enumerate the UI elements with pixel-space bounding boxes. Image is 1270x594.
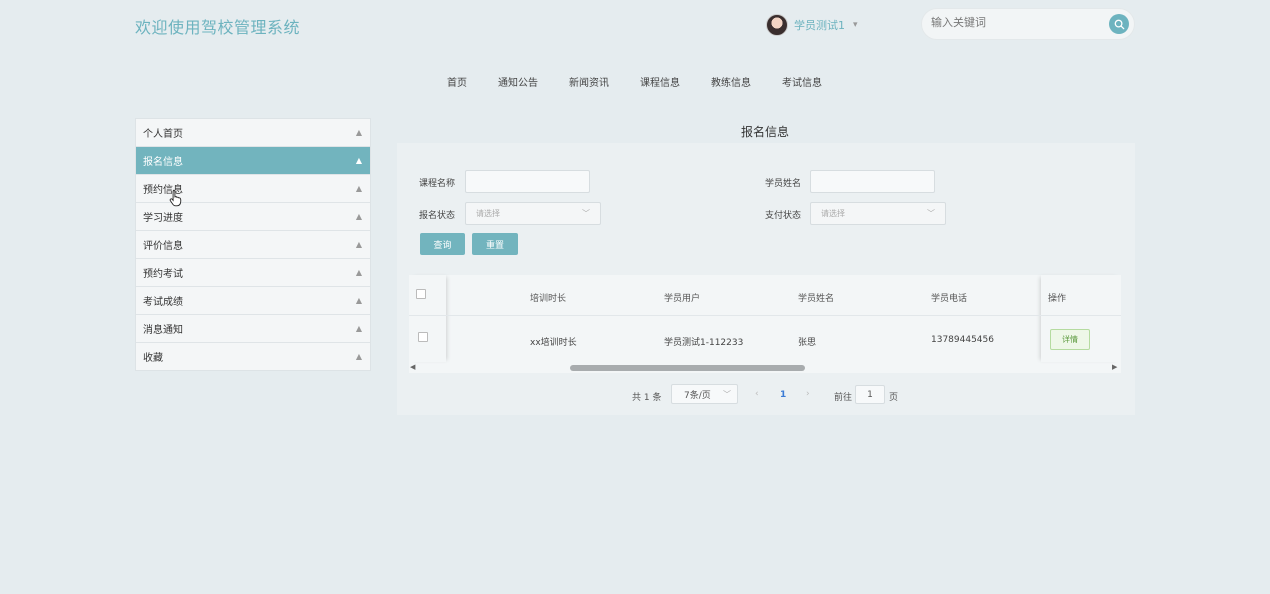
pay-status-label: 支付状态	[765, 211, 802, 221]
student-name-label: 学员姓名	[765, 179, 802, 189]
prev-page-icon[interactable]: ‹	[755, 389, 759, 399]
pay-status-placeholder: 请选择	[821, 209, 845, 218]
sidebar-item-reviews[interactable]: 评价信息 ▲	[136, 231, 370, 259]
table-cell-user: 学员测试1-112233	[664, 338, 744, 348]
search-icon	[1114, 19, 1124, 29]
nav-home[interactable]: 首页	[447, 74, 467, 89]
table-cell-name: 张思	[798, 338, 817, 348]
nav-notices[interactable]: 通知公告	[498, 74, 538, 89]
row-checkbox[interactable]	[418, 332, 428, 342]
sidebar-item-label: 消息通知	[143, 325, 183, 336]
site-title: 欢迎使用驾校管理系统	[135, 18, 301, 37]
scroll-right-icon[interactable]: ▶	[1112, 363, 1117, 371]
home-icon: ▲	[355, 352, 362, 361]
chevron-down-icon: ▾	[853, 20, 858, 30]
home-icon: ▲	[355, 212, 362, 221]
chevron-down-icon: ﹀	[582, 209, 590, 218]
search-button[interactable]	[1109, 14, 1129, 34]
home-icon: ▲	[355, 240, 362, 249]
username: 学员测试1	[794, 19, 845, 32]
sidebar-item-profile-home[interactable]: 个人首页 ▲	[136, 119, 370, 147]
sidebar-item-label: 评价信息	[143, 241, 183, 252]
home-icon: ▲	[355, 184, 362, 193]
avatar	[766, 14, 788, 36]
signup-status-select[interactable]: 请选择 ﹀	[465, 202, 601, 225]
pagination-total: 共 1 条	[632, 393, 662, 403]
column-header: 学员姓名	[798, 294, 835, 304]
nav-exams[interactable]: 考试信息	[782, 74, 822, 89]
column-header: 学员用户	[664, 294, 701, 304]
table-header-divider	[409, 315, 1121, 316]
scroll-left-icon[interactable]: ◀	[410, 363, 415, 371]
goto-label: 前往	[834, 393, 853, 403]
sidebar-item-favorites[interactable]: 收藏 ▲	[136, 343, 370, 370]
chevron-down-icon: ﹀	[927, 209, 935, 218]
course-name-label: 课程名称	[419, 179, 456, 189]
sidebar-item-label: 报名信息	[143, 157, 183, 168]
query-button[interactable]: 查询	[420, 233, 465, 255]
horizontal-scrollbar[interactable]	[570, 365, 805, 371]
column-header: 培训时长	[530, 294, 567, 304]
column-header: 学员电话	[931, 294, 968, 304]
pay-status-select[interactable]: 请选择 ﹀	[810, 202, 946, 225]
signup-status-placeholder: 请选择	[476, 209, 500, 218]
user-menu[interactable]: 学员测试1 ▾	[766, 14, 858, 36]
sidebar: 个人首页 ▲ 报名信息 ▲ 预约信息 ▲ 学习进度 ▲ 评价信息 ▲ 预约考试 ▲ 考试成绩…	[135, 118, 371, 371]
nav-courses[interactable]: 课程信息	[640, 74, 680, 89]
page-number-current[interactable]: 1	[780, 390, 786, 400]
search-box	[921, 8, 1135, 40]
detail-button[interactable]: 详情	[1050, 329, 1090, 350]
chevron-down-icon: ﹀	[723, 389, 731, 399]
home-icon: ▲	[355, 296, 362, 305]
search-input[interactable]	[931, 16, 1091, 29]
fixed-left-column	[409, 275, 446, 362]
home-icon: ▲	[355, 324, 362, 333]
sidebar-item-label: 考试成绩	[143, 297, 183, 308]
hand-cursor-icon	[169, 189, 182, 207]
sidebar-item-label: 预约考试	[143, 269, 183, 280]
data-table	[409, 275, 1121, 373]
table-cell-duration: xx培训时长	[530, 338, 577, 348]
sidebar-item-signup-info[interactable]: 报名信息 ▲	[136, 147, 370, 175]
page-title: 报名信息	[741, 125, 790, 139]
nav-coaches[interactable]: 教练信息	[711, 74, 751, 89]
sidebar-item-messages[interactable]: 消息通知 ▲	[136, 315, 370, 343]
next-page-icon[interactable]: ›	[806, 389, 810, 399]
home-icon: ▲	[355, 128, 362, 137]
student-name-input[interactable]	[810, 170, 935, 193]
table-cell-phone: 13789445456	[931, 335, 994, 345]
home-icon: ▲	[355, 156, 362, 165]
page-size-select[interactable]: 7条/页 ﹀	[671, 384, 738, 404]
page-suffix: 页	[889, 393, 899, 403]
sidebar-item-label: 学习进度	[143, 213, 183, 224]
select-all-checkbox[interactable]	[416, 289, 426, 299]
sidebar-item-book-exam[interactable]: 预约考试 ▲	[136, 259, 370, 287]
reset-button[interactable]: 重置	[472, 233, 518, 255]
nav-news[interactable]: 新闻资讯	[569, 74, 609, 89]
goto-page-input[interactable]: 1	[855, 385, 885, 404]
page-size-value: 7条/页	[684, 390, 711, 401]
course-name-input[interactable]	[465, 170, 590, 193]
sidebar-item-study-progress[interactable]: 学习进度 ▲	[136, 203, 370, 231]
signup-status-label: 报名状态	[419, 211, 456, 221]
sidebar-item-label: 个人首页	[143, 129, 183, 140]
column-header: 操作	[1048, 294, 1067, 304]
top-nav: 首页 通知公告 新闻资讯 课程信息 教练信息 考试信息	[447, 74, 853, 89]
sidebar-item-exam-scores[interactable]: 考试成绩 ▲	[136, 287, 370, 315]
sidebar-item-label: 收藏	[143, 353, 163, 364]
home-icon: ▲	[355, 268, 362, 277]
